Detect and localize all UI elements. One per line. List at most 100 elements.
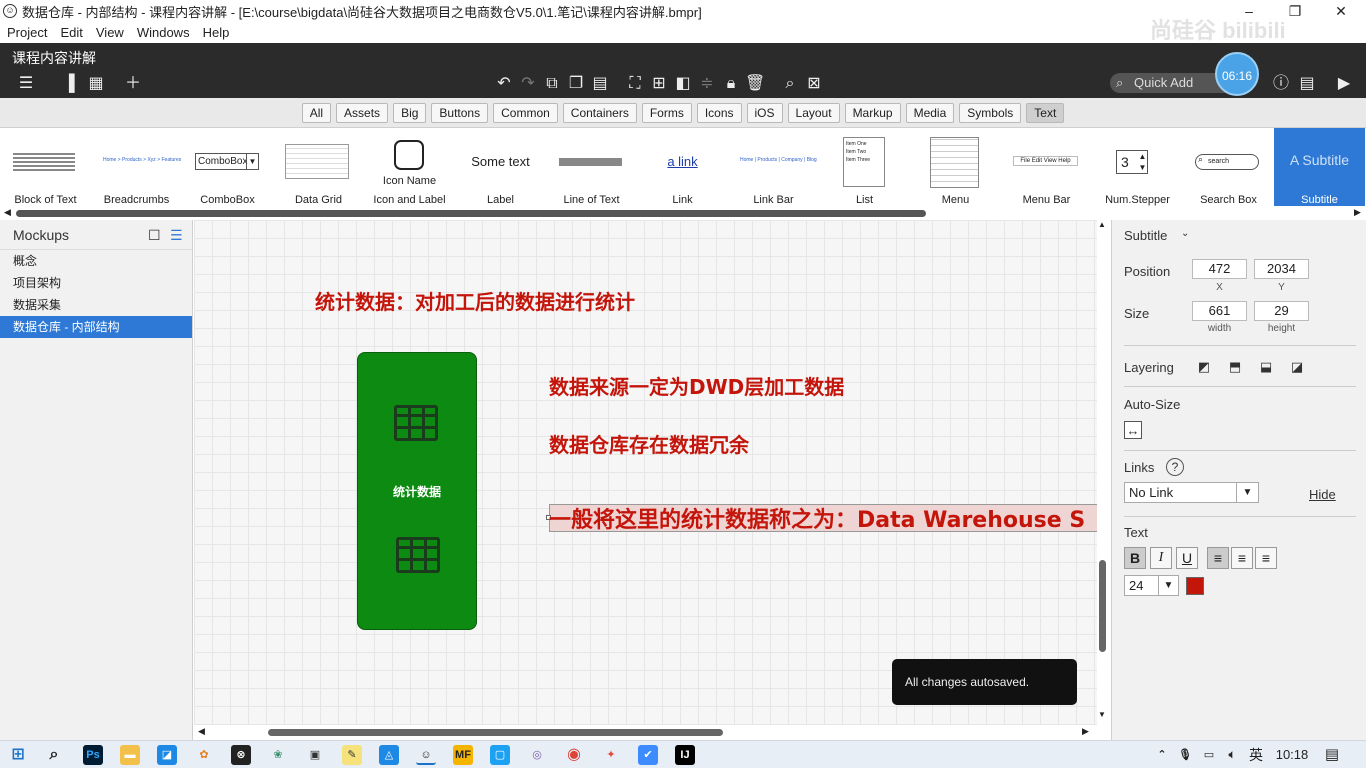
thumbnail-view-icon[interactable]: ☐: [148, 220, 161, 250]
mockup-item[interactable]: 概念: [0, 250, 192, 272]
redo-icon[interactable]: ↷: [518, 73, 538, 95]
bold-button[interactable]: B: [1124, 547, 1146, 569]
search-icon[interactable]: ⌕: [44, 745, 64, 765]
filter-containers[interactable]: Containers: [562, 102, 637, 123]
canvas-horizontal-scrollbar[interactable]: ◀ ▶: [194, 725, 1097, 740]
link-dropdown[interactable]: No Link ▼: [1124, 482, 1259, 503]
bring-forward-icon[interactable]: ⬒: [1226, 358, 1244, 376]
lock-icon[interactable]: 🔒︎: [721, 73, 741, 95]
app-icon[interactable]: ◪: [157, 745, 177, 765]
properties-icon[interactable]: ▤: [1296, 73, 1318, 95]
canvas-line-2[interactable]: 数据仓库存在数据冗余: [549, 429, 749, 458]
group-icon[interactable]: ⊞: [649, 73, 669, 95]
filter-common[interactable]: Common: [493, 102, 558, 123]
ime-indicator[interactable]: 英: [1245, 745, 1267, 765]
library-item-list[interactable]: Item One Item Two Item Three List: [819, 128, 910, 206]
height-field[interactable]: 29: [1254, 301, 1309, 321]
library-item-link[interactable]: a link Link: [637, 128, 728, 206]
app-icon[interactable]: ◎: [527, 745, 547, 765]
library-item-line-of-text[interactable]: Line of Text: [546, 128, 637, 206]
chevron-down-icon[interactable]: ⌄: [1181, 228, 1189, 239]
presentation-icon[interactable]: ▶: [1333, 73, 1355, 95]
notifications-icon[interactable]: ▤: [1322, 745, 1342, 765]
app-icon[interactable]: ▢: [490, 745, 510, 765]
app-icon[interactable]: ▣: [305, 745, 325, 765]
scroll-up-icon[interactable]: ▲: [1098, 220, 1106, 229]
balsamiq-icon[interactable]: ☺: [416, 745, 436, 765]
help-icon[interactable]: ?: [1166, 458, 1184, 476]
add-icon[interactable]: ＋: [122, 73, 144, 95]
scroll-left-icon[interactable]: ◀: [4, 207, 11, 218]
app-icon[interactable]: MF: [453, 745, 473, 765]
canvas-vertical-scrollbar[interactable]: ▲ ▼: [1097, 220, 1110, 725]
font-size-dropdown[interactable]: 24 ▼: [1124, 575, 1179, 596]
zoom-icon[interactable]: ⌕: [780, 73, 800, 95]
filter-big[interactable]: Big: [393, 102, 427, 123]
filter-forms[interactable]: Forms: [641, 102, 692, 123]
filter-symbols[interactable]: Symbols: [959, 102, 1022, 123]
arrange-icon[interactable]: ◧: [673, 73, 693, 95]
trash-icon[interactable]: 🗑︎: [745, 73, 765, 95]
library-item-icon-and-label[interactable]: Icon Name Icon and Label: [364, 128, 455, 206]
underline-button[interactable]: U: [1176, 547, 1198, 569]
filter-media[interactable]: Media: [905, 102, 955, 123]
filter-ios[interactable]: iOS: [746, 102, 783, 123]
width-field[interactable]: 661: [1192, 301, 1247, 321]
library-item-block-of-text[interactable]: Block of Text: [0, 128, 91, 206]
app-icon[interactable]: ✿: [194, 745, 214, 765]
library-item-search-box[interactable]: search ⌕ Search Box: [1183, 128, 1274, 206]
scroll-right-icon[interactable]: ▶: [1354, 207, 1361, 218]
close-button[interactable]: ✕: [1318, 0, 1364, 22]
grid-view-icon[interactable]: ▦: [85, 73, 107, 95]
position-x-field[interactable]: 472: [1192, 259, 1247, 279]
app-icon[interactable]: ◬: [379, 745, 399, 765]
filter-assets[interactable]: Assets: [336, 102, 389, 123]
library-item-breadcrumbs[interactable]: Home > Products > Xyz > Features Breadcr…: [91, 128, 182, 206]
control-type-label[interactable]: Subtitle: [1124, 228, 1167, 243]
filter-all[interactable]: All: [301, 102, 332, 123]
filter-buttons[interactable]: Buttons: [431, 102, 489, 123]
menu-project[interactable]: Project: [7, 25, 47, 40]
filter-layout[interactable]: Layout: [787, 102, 840, 123]
undo-icon[interactable]: ↶: [494, 73, 514, 95]
filter-icons[interactable]: Icons: [696, 102, 742, 123]
library-item-menu[interactable]: Menu: [910, 128, 1001, 206]
library-item-label[interactable]: Some text Label: [455, 128, 546, 206]
file-explorer-icon[interactable]: ▬: [120, 745, 140, 765]
align-center-icon[interactable]: ≡: [1231, 547, 1253, 569]
library-item-subtitle[interactable]: A Subtitle Subtitle: [1274, 128, 1365, 206]
align-left-icon[interactable]: ≡: [1207, 547, 1229, 569]
library-item-num-stepper[interactable]: 3 ▲ ▼ Num.Stepper: [1092, 128, 1183, 206]
copy-icon[interactable]: ❐: [566, 73, 586, 95]
close-doc-icon[interactable]: ⊠: [804, 73, 824, 95]
start-icon[interactable]: ⊞: [8, 745, 28, 765]
scroll-down-icon[interactable]: ▼: [1098, 710, 1106, 719]
library-item-menu-bar[interactable]: File Edit View Help Menu Bar: [1001, 128, 1092, 206]
menu-help[interactable]: Help: [203, 25, 230, 40]
italic-button[interactable]: I: [1150, 547, 1172, 569]
library-item-data-grid[interactable]: Data Grid: [273, 128, 364, 206]
library-scrollbar[interactable]: ◀ ▶: [0, 207, 1366, 220]
tray-chevron-icon[interactable]: ⌃: [1152, 745, 1172, 765]
text-color-swatch[interactable]: [1186, 577, 1204, 595]
document-tab[interactable]: 课程内容讲解: [12, 48, 96, 68]
align-icon[interactable]: ≑: [697, 73, 717, 95]
library-item-combobox[interactable]: ComboBox ▼ ComboBox: [182, 128, 273, 206]
microphone-icon[interactable]: 🎙︎: [1175, 745, 1195, 765]
app-icon[interactable]: ✔: [638, 745, 658, 765]
info-icon[interactable]: ⓘ: [1270, 73, 1292, 95]
hide-link[interactable]: Hide: [1309, 487, 1336, 502]
mockup-item[interactable]: 项目架构: [0, 272, 192, 294]
send-to-back-icon[interactable]: ◪: [1288, 358, 1306, 376]
app-icon[interactable]: ✦: [601, 745, 621, 765]
menu-edit[interactable]: Edit: [60, 25, 82, 40]
paste-icon[interactable]: ▤: [590, 73, 610, 95]
position-y-field[interactable]: 2034: [1254, 259, 1309, 279]
volume-icon[interactable]: 🔈︎: [1222, 745, 1242, 765]
filter-text[interactable]: Text: [1026, 102, 1065, 123]
chrome-icon[interactable]: ◉: [564, 745, 584, 765]
list-view-icon[interactable]: ☰: [170, 220, 183, 250]
canvas-line-1[interactable]: 数据来源一定为DWD层加工数据: [549, 371, 844, 400]
scroll-left-icon[interactable]: ◀: [198, 726, 205, 737]
single-pane-icon[interactable]: ▐: [58, 73, 80, 95]
